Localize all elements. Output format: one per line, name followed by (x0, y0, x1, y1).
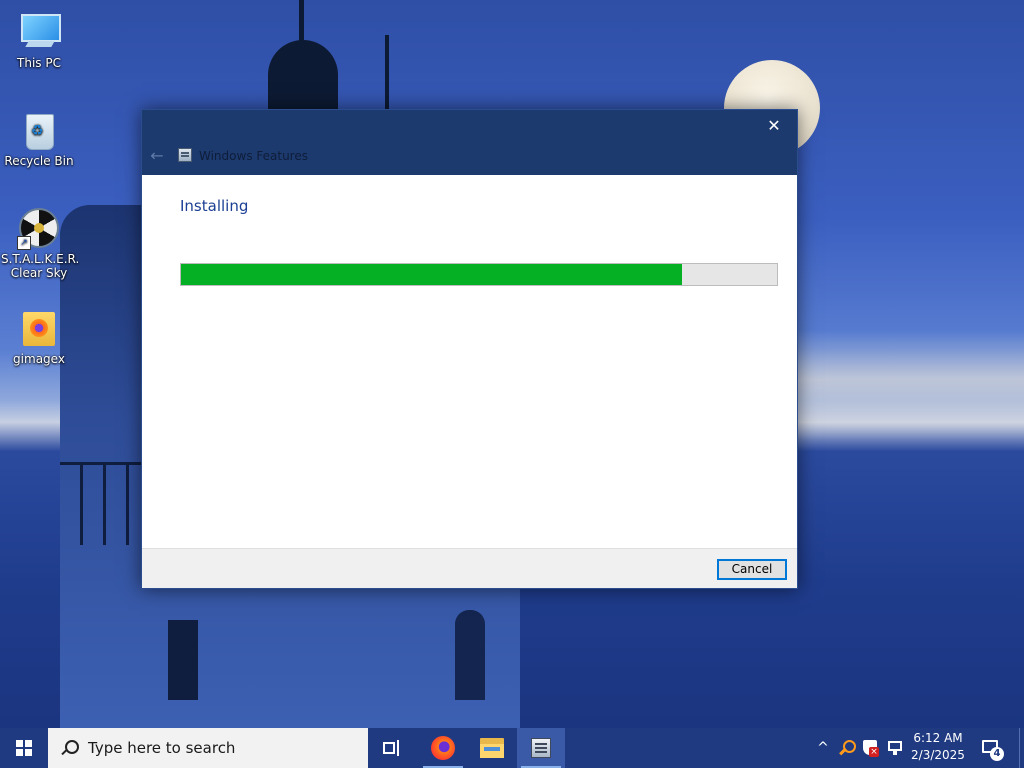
action-center-button[interactable]: 4 (978, 736, 1006, 762)
desktop-icon-label: gimagex (13, 352, 65, 366)
search-icon (60, 739, 79, 757)
desktop-icon-stalker-clear-sky[interactable]: ↗ S.T.A.L.K.E.R. Clear Sky (1, 206, 80, 280)
desktop-icon-label: S.T.A.L.K.E.R. Clear Sky (1, 252, 80, 280)
recycle-bin-icon: ♻ (17, 108, 61, 152)
show-desktop-button[interactable] (1019, 728, 1024, 768)
windows-features-taskbar-button[interactable] (517, 728, 565, 768)
windows-features-icon (178, 148, 192, 162)
title-bar[interactable]: ✕ ← Windows Features (142, 110, 797, 175)
dialog-footer: Cancel (142, 548, 797, 588)
search-box[interactable]: Type here to search (48, 728, 368, 768)
folder-app-icon (17, 306, 61, 350)
clock[interactable]: 6:12 AM 2/3/2025 (906, 730, 970, 766)
game-shortcut-icon: ↗ (17, 206, 61, 250)
progress-fill (181, 264, 682, 285)
windows-logo-icon (16, 740, 32, 756)
back-arrow-icon: ← (150, 146, 164, 165)
desktop-icon-recycle-bin[interactable]: ♻ Recycle Bin (1, 108, 77, 168)
clock-date: 2/3/2025 (911, 748, 965, 762)
file-explorer-icon (480, 738, 504, 758)
close-button[interactable]: ✕ (751, 110, 797, 142)
task-view-button[interactable] (368, 728, 416, 768)
back-button[interactable]: ← (147, 145, 167, 167)
file-explorer-taskbar-button[interactable] (468, 728, 516, 768)
computer-icon (17, 10, 61, 54)
notification-count-badge: 4 (990, 747, 1004, 761)
windows-features-dialog: ✕ ← Windows Features Installing Cancel (141, 109, 798, 589)
start-button[interactable] (0, 728, 48, 768)
desktop-icon-label: Recycle Bin (4, 154, 74, 168)
lighthouse-dome (268, 40, 338, 115)
close-icon: ✕ (767, 116, 781, 135)
lighthouse-window (455, 610, 485, 700)
taskbar: Type here to search ^ × 6:12 AM 2/3/2025… (0, 728, 1024, 768)
desktop-icon-gimagex[interactable]: gimagex (1, 306, 77, 366)
window-title: Windows Features (199, 149, 308, 163)
cancel-button[interactable]: Cancel (717, 559, 787, 580)
key-icon[interactable] (837, 738, 856, 758)
windows-features-icon (531, 738, 551, 758)
security-shield-icon[interactable]: × (861, 738, 879, 758)
desktop-icon-this-pc[interactable]: This PC (1, 10, 77, 70)
dialog-content: Installing (142, 175, 797, 548)
lighthouse-door (168, 620, 198, 700)
task-view-icon (383, 740, 401, 756)
lighthouse-rod (385, 35, 389, 115)
show-hidden-icons-button[interactable]: ^ (814, 738, 832, 758)
desktop-icon-label: This PC (17, 56, 61, 70)
search-placeholder: Type here to search (88, 739, 236, 757)
firefox-taskbar-button[interactable] (419, 728, 467, 768)
lighthouse-spire (299, 0, 304, 45)
install-progress-bar (180, 263, 778, 286)
network-icon[interactable] (886, 738, 904, 758)
clock-time: 6:12 AM (913, 731, 963, 745)
firefox-icon (431, 736, 455, 760)
status-heading: Installing (180, 197, 249, 215)
